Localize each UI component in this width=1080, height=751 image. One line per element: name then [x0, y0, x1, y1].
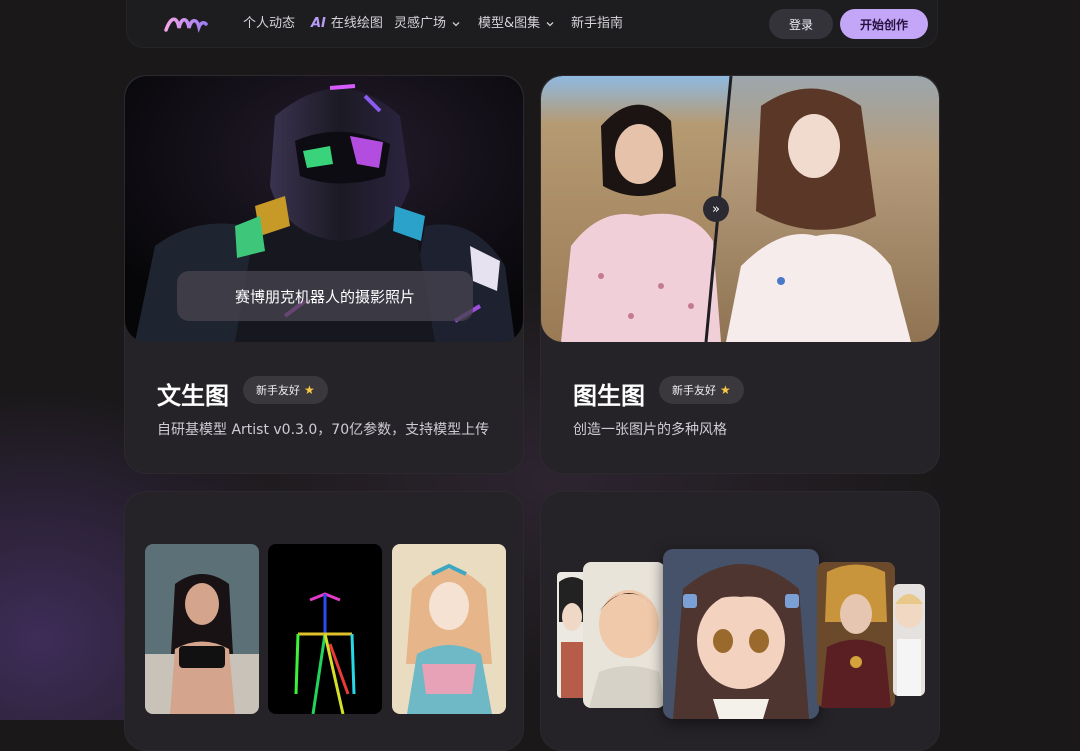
compare-slider-handle[interactable]: »: [703, 196, 729, 222]
beginner-friendly-badge: 新手友好 ★: [243, 376, 328, 404]
baby-portrait-thumbnail: [583, 562, 665, 708]
nav-item-personal[interactable]: 个人动态: [243, 15, 295, 33]
image-to-image-card[interactable]: » 图生图 新手友好 ★ 创造一张图片的多种风格: [540, 75, 940, 474]
beginner-friendly-badge: 新手友好 ★: [659, 376, 744, 404]
card-description: 创造一张图片的多种风格: [573, 422, 727, 438]
nav-item-label: 模型&图集: [478, 16, 541, 31]
nav-item-inspiration[interactable]: 灵感广场: [394, 15, 461, 33]
star-icon: ★: [304, 383, 315, 397]
nav-item-online-drawing[interactable]: AI 在线绘图: [311, 15, 383, 33]
cartoon-girl-thumbnail: [663, 549, 819, 719]
nav-item-label: 个人动态: [243, 16, 296, 31]
nav-item-label: 新手指南: [571, 16, 624, 31]
fantasy-portrait-thumbnail: [817, 562, 895, 708]
nav-item-label: 在线绘图: [330, 16, 383, 31]
anime-result-thumbnail: [392, 544, 506, 714]
top-navbar: 个人动态 AI 在线绘图 灵感广场 模型&图集 新手指南 登录 开始创作: [126, 0, 938, 48]
3d-character-thumbnail: [893, 584, 925, 696]
card-title: 文生图: [157, 382, 229, 410]
photo-thumbnail: [145, 544, 259, 714]
star-icon: ★: [720, 383, 731, 397]
card-title: 图生图: [573, 382, 645, 410]
logo-icon[interactable]: [163, 10, 209, 36]
login-button[interactable]: 登录: [769, 9, 833, 39]
badge-label: 新手友好: [256, 384, 300, 397]
text-to-image-card[interactable]: 赛博朋克机器人的摄影照片 文生图 新手友好 ★ 自研基模型 Artist v0.…: [124, 75, 524, 474]
start-creating-button[interactable]: 开始创作: [840, 9, 928, 39]
chevron-down-icon: [546, 22, 554, 27]
pose-skeleton-thumbnail: [268, 544, 382, 714]
style-showcase-card[interactable]: [540, 491, 940, 751]
nav-item-label: 灵感广场: [394, 16, 447, 31]
nav-item-guide[interactable]: 新手指南: [571, 15, 623, 33]
chevron-down-icon: [452, 22, 460, 27]
card-description: 自研基模型 Artist v0.3.0，70亿参数，支持模型上传: [157, 422, 490, 438]
nav-item-models[interactable]: 模型&图集: [478, 15, 555, 33]
ai-label: AI: [311, 16, 326, 31]
pose-control-card[interactable]: [124, 491, 524, 751]
comparison-image: [541, 76, 939, 342]
badge-label: 新手友好: [672, 384, 716, 397]
prompt-caption: 赛博朋克机器人的摄影照片: [177, 271, 473, 321]
